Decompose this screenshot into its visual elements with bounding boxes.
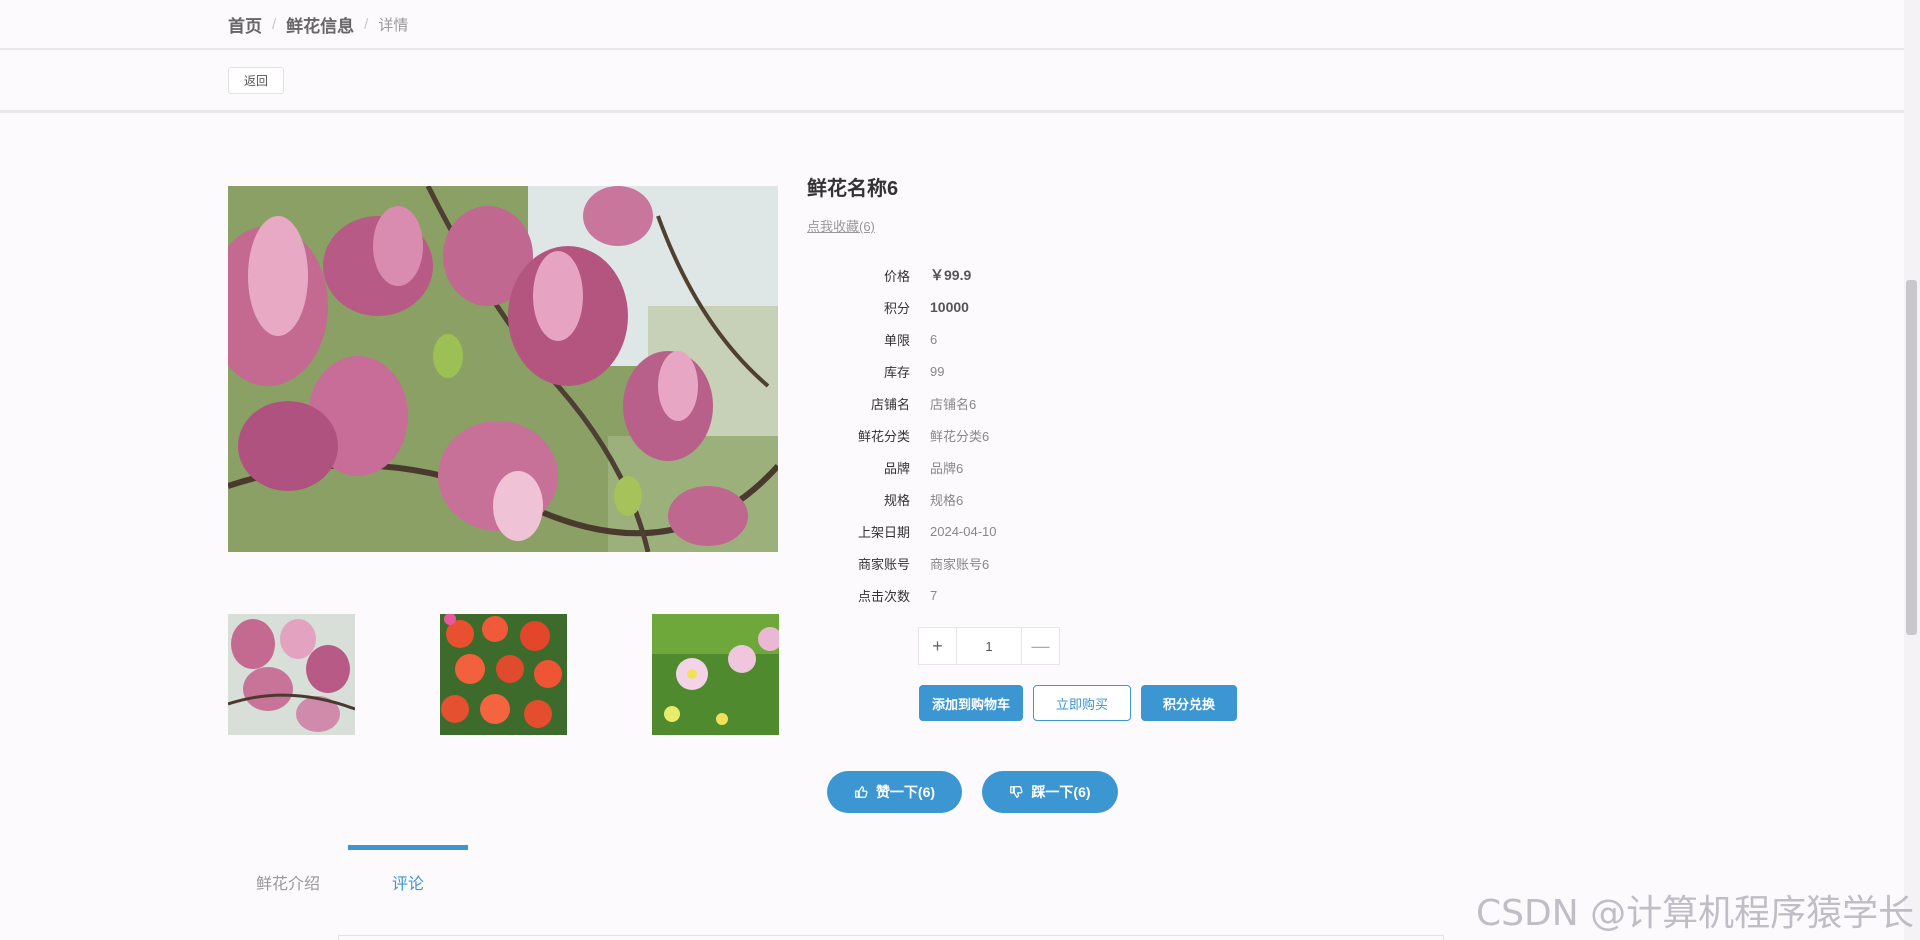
buy-now-button[interactable]: 立即购买 [1033, 685, 1131, 721]
info-label: 上架日期 [857, 524, 910, 540]
product-main-image [228, 186, 778, 552]
price-value: ￥99.9 [930, 267, 972, 283]
stock-value: 99 [930, 363, 945, 379]
info-row-price: 价格 ￥99.9 [820, 264, 971, 286]
magnolia-photo [228, 186, 778, 552]
favorite-link[interactable]: 点我收藏(6) [807, 216, 875, 235]
info-label: 品牌 [883, 460, 910, 476]
points-value: 10000 [930, 299, 969, 315]
info-row-stock: 库存 99 [820, 360, 944, 382]
info-row-date: 上架日期 2024-04-10 [820, 520, 997, 542]
info-row-merchant: 商家账号 商家账号6 [820, 552, 989, 574]
info-label: 鲜花分类 [857, 428, 910, 444]
info-row-shop: 店铺名 店铺名6 [820, 392, 976, 414]
info-label: 价格 [883, 268, 910, 284]
info-row-brand: 品牌 品牌6 [820, 456, 963, 478]
magnolia-thumbnail [228, 614, 355, 735]
thumbs-down-icon [1010, 786, 1023, 798]
back-button[interactable]: 返回 [228, 67, 284, 94]
info-row-spec: 规格 规格6 [820, 488, 963, 510]
category-value: 鲜花分类6 [930, 428, 990, 444]
tab-content-panel [338, 935, 1444, 940]
page: 首页 / 鲜花信息 / 详情 返回 鲜花名称6 点我收藏(6) 价格 ￥99.9… [0, 0, 1920, 940]
thumbnail-2[interactable] [440, 614, 567, 735]
spec-value: 规格6 [930, 492, 964, 508]
dislike-label: 踩一下(6) [1031, 784, 1091, 800]
info-row-clicks: 点击次数 7 [820, 584, 937, 606]
like-button[interactable]: 赞一下(6) [827, 771, 962, 813]
clicks-value: 7 [930, 587, 938, 603]
thumbnail-3[interactable] [652, 614, 779, 735]
quantity-input[interactable] [957, 628, 1021, 664]
scrollbar-thumb[interactable] [1906, 280, 1917, 635]
info-label: 单限 [883, 332, 910, 348]
info-label: 积分 [883, 300, 910, 316]
points-exchange-button[interactable]: 积分兑换 [1141, 685, 1237, 721]
info-row-points: 积分 10000 [820, 296, 969, 318]
info-row-limit: 单限 6 [820, 328, 937, 350]
add-to-cart-button[interactable]: 添加到购物车 [919, 685, 1023, 721]
active-tab-indicator [348, 845, 468, 850]
product-title: 鲜花名称6 [807, 178, 899, 200]
info-label: 规格 [883, 492, 910, 508]
thumbnail-1[interactable] [228, 614, 355, 735]
thumbs-up-icon [855, 786, 868, 798]
info-label: 点击次数 [857, 588, 910, 604]
breadcrumb-separator: / [364, 15, 369, 33]
breadcrumb-home[interactable]: 首页 [228, 12, 262, 37]
info-label: 库存 [883, 364, 910, 380]
limit-value: 6 [930, 331, 938, 347]
toolbar-divider [0, 110, 1904, 113]
breadcrumb-current: 详情 [378, 16, 409, 34]
tab-introduction[interactable]: 鲜花介绍 [256, 870, 320, 894]
breadcrumb-separator: / [272, 15, 277, 33]
pink-primrose-thumbnail [652, 614, 779, 735]
like-label: 赞一下(6) [875, 784, 936, 800]
shop-value: 店铺名6 [930, 396, 977, 412]
date-value: 2024-04-10 [930, 523, 997, 539]
breadcrumb: 首页 / 鲜花信息 / 详情 [228, 10, 408, 38]
header-divider [0, 48, 1904, 50]
increase-button[interactable]: + [919, 628, 957, 664]
decrease-button[interactable]: — [1021, 628, 1059, 664]
tab-comments[interactable]: 评论 [392, 870, 424, 894]
watermark-text: CSDN @计算机程序猿学长 [1476, 893, 1915, 934]
quantity-stepper: + — [918, 627, 1060, 665]
red-petunia-thumbnail [440, 614, 567, 735]
info-label: 商家账号 [857, 556, 910, 572]
breadcrumb-section[interactable]: 鲜花信息 [286, 12, 354, 37]
info-row-category: 鲜花分类 鲜花分类6 [820, 424, 989, 446]
merchant-value: 商家账号6 [930, 556, 990, 572]
info-label: 店铺名 [870, 396, 910, 412]
brand-value: 品牌6 [930, 460, 964, 476]
dislike-button[interactable]: 踩一下(6) [982, 771, 1118, 813]
